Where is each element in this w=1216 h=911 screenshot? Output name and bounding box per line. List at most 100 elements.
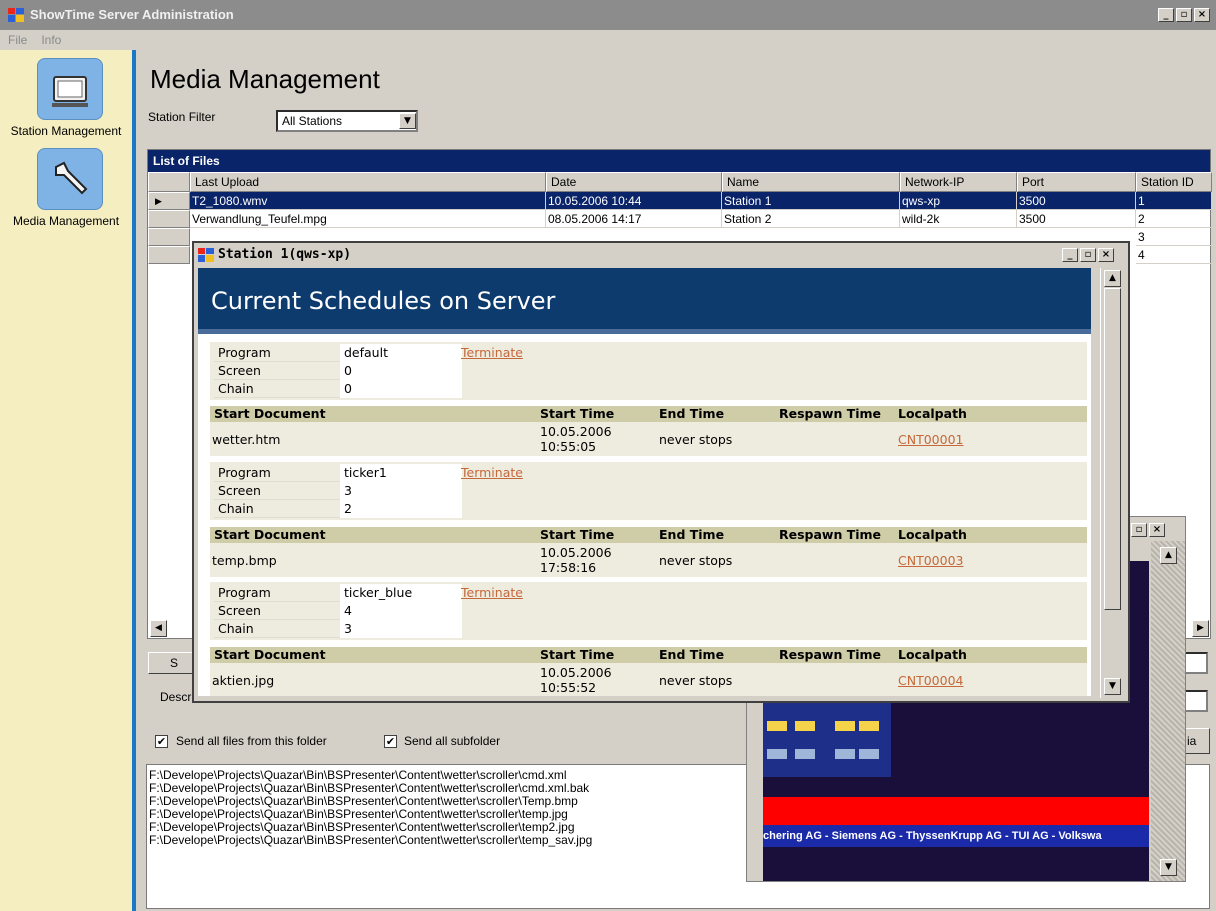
- end-time: never stops: [659, 553, 733, 568]
- preview-red-bar: [763, 797, 1149, 825]
- preview-scroll-down[interactable]: ▼: [1160, 859, 1177, 876]
- program-label: Program: [218, 345, 271, 360]
- preview-maximize-button[interactable]: ▫: [1131, 523, 1147, 537]
- terminate-link[interactable]: Terminate: [461, 345, 523, 360]
- doc-name: wetter.htm: [212, 432, 281, 447]
- preview-close-button[interactable]: ×: [1149, 523, 1165, 537]
- maximize-button[interactable]: ▫: [1176, 8, 1192, 22]
- col-network-ip[interactable]: Network-IP: [900, 172, 1017, 192]
- send-subfolders-label: Send all subfolder: [404, 734, 501, 748]
- page-title: Media Management: [150, 64, 380, 94]
- doc-name: temp.bmp: [212, 553, 277, 568]
- close-button[interactable]: ×: [1194, 8, 1210, 22]
- grid-caption: List of Files: [148, 150, 1210, 172]
- chain-value: 3: [340, 620, 462, 638]
- dialog-scrollbar[interactable]: ▲ ▼: [1100, 268, 1124, 698]
- station-filter-select[interactable]: All Stations ▼: [276, 110, 418, 132]
- row-pointer-icon: ▶: [148, 192, 190, 210]
- chevron-down-icon[interactable]: ▼: [399, 113, 416, 129]
- doc-row: temp.bmp 10.05.2006 17:58:16 never stops…: [210, 543, 1087, 577]
- station-filter-value: All Stations: [282, 114, 343, 128]
- col-name[interactable]: Name: [722, 172, 900, 192]
- end-time-header: End Time: [659, 647, 725, 662]
- cell-station-id[interactable]: 2: [1136, 210, 1212, 228]
- col-port[interactable]: Port: [1017, 172, 1136, 192]
- cell-upload[interactable]: Verwandlung_Teufel.mpg: [190, 210, 546, 228]
- send-all-files-checkbox[interactable]: ✔: [155, 735, 168, 748]
- start-document-header: Start Document: [214, 527, 326, 542]
- localpath-header: Localpath: [898, 527, 967, 542]
- grid-corner: [148, 172, 190, 192]
- doc-header: Start Document Start Time End Time Respa…: [210, 527, 1087, 543]
- cell-port[interactable]: 3500: [1017, 210, 1136, 228]
- dialog-minimize-button[interactable]: _: [1062, 248, 1078, 262]
- sun-icon: [795, 721, 815, 731]
- schedule-content: Current Schedules on Server Program defau…: [198, 268, 1091, 696]
- cell-date[interactable]: 10.05.2006 10:44: [546, 192, 722, 210]
- screen-label: Screen: [218, 483, 261, 498]
- station-filter-label: Station Filter: [148, 110, 216, 124]
- start-date: 10.05.2006: [540, 665, 612, 680]
- cell-port[interactable]: 3500: [1017, 192, 1136, 210]
- app-icon: [8, 8, 24, 22]
- monitor-icon: [52, 76, 88, 107]
- end-time: never stops: [659, 673, 733, 688]
- table-row[interactable]: ▶ T2_1080.wmv 10.05.2006 10:44 Station 1…: [148, 192, 1212, 210]
- preview-ticker: chering AG - Siemens AG - ThyssenKrupp A…: [763, 825, 1149, 847]
- scroll-down-button[interactable]: ▼: [1104, 678, 1121, 695]
- localpath-link[interactable]: CNT00003: [898, 553, 963, 568]
- send-subfolders-checkbox[interactable]: ✔: [384, 735, 397, 748]
- localpath-link[interactable]: CNT00001: [898, 432, 963, 447]
- schedule-heading: Current Schedules on Server: [198, 268, 1091, 334]
- cell-ip[interactable]: qws-xp: [900, 192, 1017, 210]
- col-date[interactable]: Date: [546, 172, 722, 192]
- start-date: 10.05.2006: [540, 545, 612, 560]
- scroll-thumb[interactable]: [1104, 288, 1121, 610]
- localpath-header: Localpath: [898, 647, 967, 662]
- start-time-header: Start Time: [540, 647, 615, 662]
- cell-upload[interactable]: T2_1080.wmv: [190, 192, 546, 210]
- scroll-up-button[interactable]: ▲: [1104, 270, 1121, 287]
- cell-date[interactable]: 08.05.2006 14:17: [546, 210, 722, 228]
- preview-scrollbar[interactable]: ▲ ▼: [1151, 541, 1185, 881]
- terminate-link[interactable]: Terminate: [461, 585, 523, 600]
- doc-row: aktien.jpg 10.05.2006 10:55:52 never sto…: [210, 663, 1087, 696]
- preview-scroll-up[interactable]: ▲: [1160, 547, 1177, 564]
- start-clock: 10:55:52: [540, 680, 597, 695]
- media-management-tile[interactable]: [37, 148, 103, 210]
- scroll-right-button[interactable]: ▶: [1192, 620, 1209, 637]
- dialog-maximize-button[interactable]: ▫: [1080, 248, 1096, 262]
- scroll-left-button[interactable]: ◀: [150, 620, 167, 637]
- menu-info[interactable]: Info: [41, 33, 61, 47]
- start-date: 10.05.2006: [540, 424, 612, 439]
- chain-value: 0: [340, 380, 462, 398]
- cell-ip[interactable]: wild-2k: [900, 210, 1017, 228]
- sidebar-item-station-management[interactable]: Station Management: [0, 124, 132, 138]
- cloud-icon: [767, 749, 787, 759]
- dialog-title: Station 1(qws-xp): [218, 247, 352, 262]
- dialog-title-bar: Station 1(qws-xp) _ ▫ ×: [194, 243, 1128, 267]
- end-time-header: End Time: [659, 527, 725, 542]
- sun-icon: [859, 721, 879, 731]
- terminate-link[interactable]: Terminate: [461, 465, 523, 480]
- menu-file[interactable]: File: [8, 33, 27, 47]
- row-header: [148, 210, 190, 228]
- description-label: Descr: [160, 690, 192, 704]
- dialog-close-button[interactable]: ×: [1098, 248, 1114, 262]
- cell-station-id[interactable]: 3: [1136, 228, 1212, 246]
- screen-value: 4: [340, 602, 462, 620]
- cell-name[interactable]: Station 2: [722, 210, 900, 228]
- col-last-upload[interactable]: Last Upload: [190, 172, 546, 192]
- doc-header: Start Document Start Time End Time Respa…: [210, 406, 1087, 422]
- col-station-id[interactable]: Station ID: [1136, 172, 1212, 192]
- row-header: [148, 246, 190, 264]
- table-row[interactable]: Verwandlung_Teufel.mpg 08.05.2006 14:17 …: [148, 210, 1212, 228]
- cell-name[interactable]: Station 1: [722, 192, 900, 210]
- start-document-header: Start Document: [214, 647, 326, 662]
- cell-station-id[interactable]: 1: [1136, 192, 1212, 210]
- station-management-tile[interactable]: [37, 58, 103, 120]
- sidebar-item-media-management[interactable]: Media Management: [0, 214, 132, 228]
- cell-station-id[interactable]: 4: [1136, 246, 1212, 264]
- minimize-button[interactable]: _: [1158, 8, 1174, 22]
- localpath-link[interactable]: CNT00004: [898, 673, 963, 688]
